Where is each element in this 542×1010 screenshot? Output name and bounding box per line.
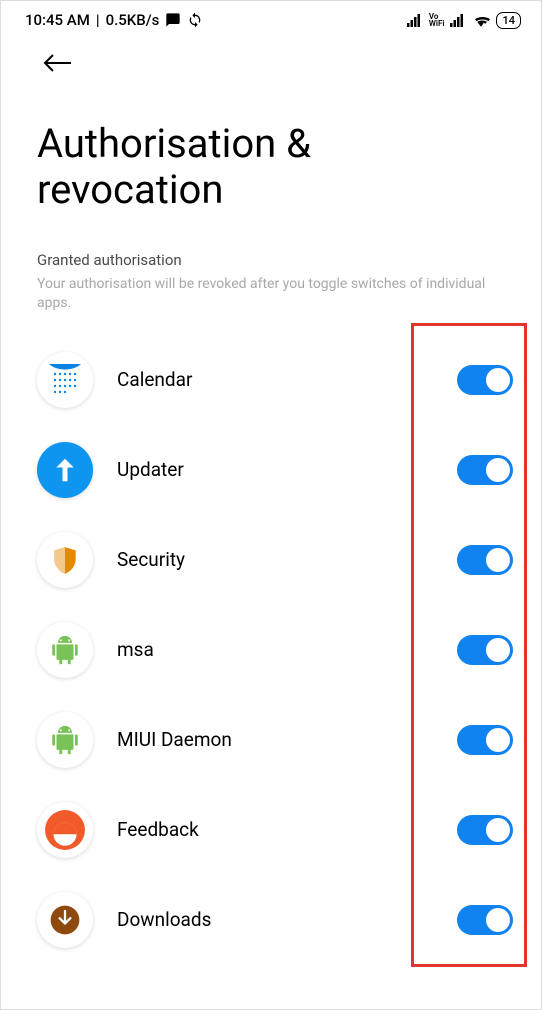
app-name-label: Calendar bbox=[117, 368, 433, 391]
toggle-switch[interactable] bbox=[457, 545, 513, 575]
list-item: Security bbox=[1, 515, 541, 605]
signal-icon bbox=[407, 13, 423, 27]
list-item: Calendar bbox=[1, 335, 541, 425]
list-item: MIUI Daemon bbox=[1, 695, 541, 785]
page-title: Authorisation & revocation bbox=[37, 121, 505, 213]
back-button[interactable] bbox=[1, 35, 541, 77]
app-name-label: msa bbox=[117, 638, 433, 661]
toggle-switch[interactable] bbox=[457, 455, 513, 485]
list-item: msa bbox=[1, 605, 541, 695]
toggle-switch[interactable] bbox=[457, 635, 513, 665]
toggle-switch[interactable] bbox=[457, 905, 513, 935]
page-title-block: Authorisation & revocation bbox=[1, 77, 541, 221]
section-title: Granted authorisation bbox=[37, 251, 505, 269]
toggle-switch[interactable] bbox=[457, 725, 513, 755]
android-icon bbox=[37, 712, 93, 768]
updater-icon bbox=[37, 442, 93, 498]
list-item: Downloads bbox=[1, 875, 541, 965]
app-list: Calendar Updater Security msa MIUI Daemo… bbox=[1, 317, 541, 965]
status-left: 10:45 AM | 0.5KB/s bbox=[25, 11, 203, 29]
sync-icon bbox=[187, 12, 203, 28]
app-name-label: Downloads bbox=[117, 908, 433, 931]
app-name-label: Security bbox=[117, 548, 433, 571]
list-item: Updater bbox=[1, 425, 541, 515]
feedback-icon bbox=[37, 802, 93, 858]
section-header: Granted authorisation Your authorisation… bbox=[1, 221, 541, 317]
section-description: Your authorisation will be revoked after… bbox=[37, 275, 505, 313]
status-time: 10:45 AM bbox=[25, 11, 90, 29]
toggle-switch[interactable] bbox=[457, 365, 513, 395]
shield-icon bbox=[37, 532, 93, 588]
status-right: Vo WiFi 14 bbox=[407, 12, 521, 29]
vowifi-label: Vo WiFi bbox=[429, 13, 445, 27]
android-icon bbox=[37, 622, 93, 678]
downloads-icon bbox=[37, 892, 93, 948]
list-item: Feedback bbox=[1, 785, 541, 875]
toggle-switch[interactable] bbox=[457, 815, 513, 845]
app-name-label: Updater bbox=[117, 458, 433, 481]
app-name-label: MIUI Daemon bbox=[117, 728, 433, 751]
wifi-icon bbox=[472, 13, 490, 27]
signal-icon-2 bbox=[450, 13, 466, 27]
status-bar: 10:45 AM | 0.5KB/s Vo WiFi 14 bbox=[1, 1, 541, 35]
app-name-label: Feedback bbox=[117, 818, 433, 841]
battery-indicator: 14 bbox=[496, 12, 521, 29]
status-speed: 0.5KB/s bbox=[106, 11, 160, 29]
notification-icon bbox=[165, 12, 181, 28]
calendar-icon bbox=[37, 352, 93, 408]
